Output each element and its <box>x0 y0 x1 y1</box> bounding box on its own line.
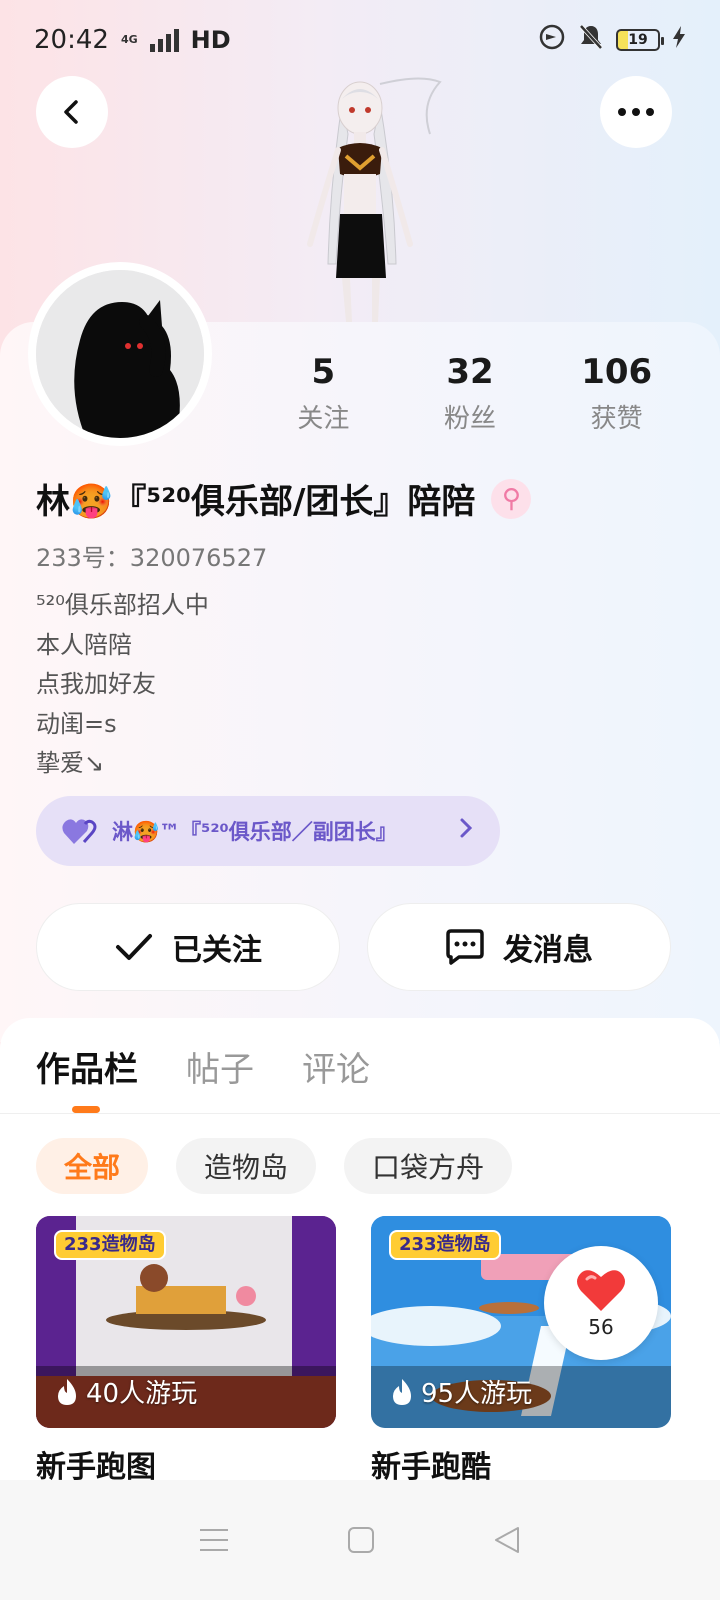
status-time: 20:42 <box>34 25 109 55</box>
status-left: 20:42 4G HD <box>34 25 231 55</box>
back-button[interactable] <box>36 76 108 148</box>
chevron-left-icon <box>64 100 78 124</box>
stat-value: 106 <box>581 352 653 392</box>
more-icon <box>618 108 654 116</box>
battery-icon: 19 <box>616 29 664 51</box>
like-count: 56 <box>588 1315 614 1339</box>
more-button[interactable] <box>600 76 672 148</box>
like-button[interactable]: 56 <box>544 1246 658 1360</box>
signal-icon <box>149 28 179 52</box>
name-row: 林🥵『⁵²⁰俱乐部/团长』陪陪 ⚲ <box>36 474 532 523</box>
play-count-text: 95人游玩 <box>421 1379 533 1409</box>
status-right: 19 <box>538 23 686 58</box>
relation-pill[interactable]: 淋🥵™『⁵²⁰俱乐部／副团长』 <box>36 796 500 866</box>
play-count-text: 40人游玩 <box>86 1379 198 1409</box>
stat-value: 32 <box>446 352 494 392</box>
back-nav-icon[interactable] <box>493 1525 521 1555</box>
filter-all[interactable]: 全部 <box>36 1138 149 1194</box>
message-button[interactable]: 发消息 <box>367 903 671 991</box>
message-label: 发消息 <box>503 933 593 968</box>
network-label: 4G <box>120 33 138 46</box>
divider <box>0 1113 720 1114</box>
tab-comments[interactable]: 评论 <box>302 1042 370 1091</box>
chevron-right-icon <box>458 816 474 846</box>
bio-line: 点我加好友 <box>36 670 156 698</box>
avatar[interactable] <box>28 262 212 446</box>
bio-line: ⁵²⁰俱乐部招人中 <box>36 591 209 619</box>
creation-island-logo: 233造物岛 <box>54 1230 166 1260</box>
profile-stats: 5 关注 32 粉丝 106 获赞 <box>250 352 690 435</box>
stat-following[interactable]: 5 关注 <box>250 352 397 435</box>
tab-indicator <box>72 1106 100 1113</box>
system-nav-bar <box>0 1480 720 1600</box>
profile-name: 林🥵『⁵²⁰俱乐部/团长』陪陪 <box>36 482 476 522</box>
mute-icon <box>578 23 604 58</box>
double-heart-icon <box>62 819 97 844</box>
follow-label: 已关注 <box>172 933 262 968</box>
avatar-image <box>36 270 204 438</box>
creation-island-logo: 233造物岛 <box>389 1230 501 1260</box>
relation-text: 淋🥵™『⁵²⁰俱乐部／副团长』 <box>112 820 397 844</box>
work-thumbnail: 233造物岛 40人游玩 <box>36 1216 336 1428</box>
charging-icon <box>672 25 686 55</box>
flame-icon <box>393 1378 411 1405</box>
filter-creation-island[interactable]: 造物岛 <box>176 1138 317 1194</box>
hero-character-image <box>270 64 450 326</box>
bio: ⁵²⁰俱乐部招人中 本人陪陪 点我加好友 动闺=s 挚爱↘ <box>36 586 209 784</box>
bio-line: 本人陪陪 <box>36 630 132 659</box>
home-icon[interactable] <box>347 1526 375 1554</box>
user-id: 233号：320076527 <box>36 544 268 572</box>
check-icon <box>116 934 152 960</box>
stat-followers[interactable]: 32 粉丝 <box>397 352 544 435</box>
filter-pocket-ark[interactable]: 口袋方舟 <box>344 1138 513 1194</box>
stat-value: 5 <box>311 352 336 392</box>
stat-label: 获赞 <box>590 404 643 434</box>
vpn-icon <box>538 23 566 58</box>
bio-line: 挚爱↘ <box>36 749 105 777</box>
stat-label: 粉丝 <box>444 404 497 434</box>
filter-chips: 全部 造物岛 口袋方舟 <box>36 1138 513 1194</box>
stat-label: 关注 <box>297 404 350 434</box>
bio-line: 动闺=s <box>36 709 117 738</box>
female-icon: ⚲ <box>491 478 532 519</box>
flame-icon <box>58 1378 76 1405</box>
hd-label: HD <box>190 26 231 54</box>
tab-posts[interactable]: 帖子 <box>186 1042 254 1091</box>
stat-likes[interactable]: 106 获赞 <box>543 352 690 435</box>
menu-icon[interactable] <box>199 1527 229 1553</box>
follow-button[interactable]: 已关注 <box>36 903 340 991</box>
chat-icon <box>446 929 484 965</box>
play-count: 40人游玩 <box>56 1373 197 1410</box>
content-tabs: 作品栏 帖子 评论 <box>36 1042 370 1091</box>
tab-works[interactable]: 作品栏 <box>36 1042 138 1091</box>
work-card[interactable]: 233造物岛 40人游玩 新手跑图 <box>36 1216 336 1486</box>
play-count: 95人游玩 <box>391 1373 532 1410</box>
heart-icon <box>577 1270 625 1311</box>
